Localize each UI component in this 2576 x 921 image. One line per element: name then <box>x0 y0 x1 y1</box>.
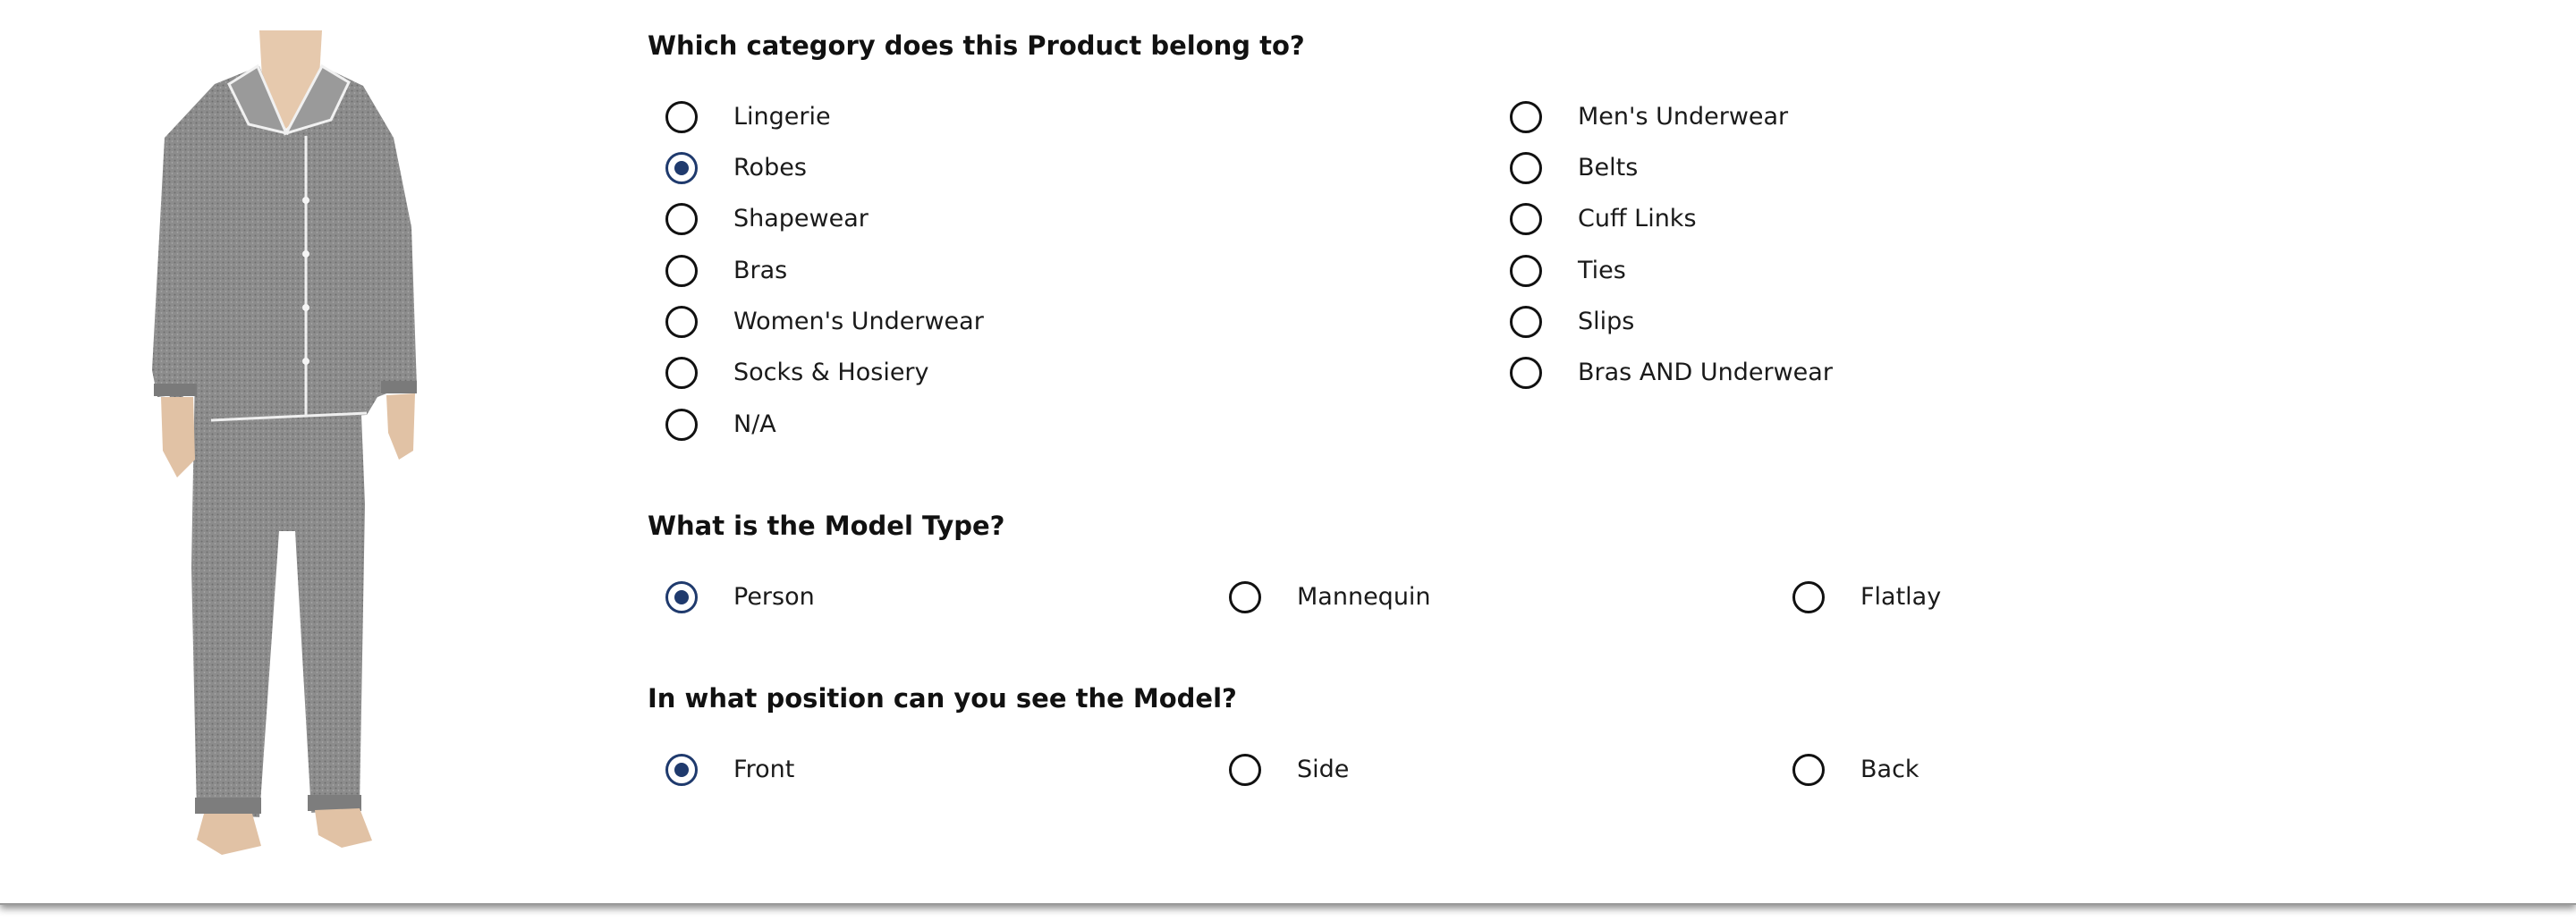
radio-button-selected[interactable] <box>665 754 698 786</box>
radio-button[interactable] <box>1510 357 1542 389</box>
radio-button[interactable] <box>1510 255 1542 287</box>
position-option-front[interactable]: Front <box>665 750 794 790</box>
category-option-cuff-links[interactable]: Cuff Links <box>1510 199 1697 239</box>
category-option-socks-hosiery[interactable]: Socks & Hosiery <box>665 353 929 393</box>
radio-button[interactable] <box>665 203 698 235</box>
model-position-question-title: In what position can you see the Model? <box>648 683 1237 714</box>
annotation-form: Which category does this Product belong … <box>0 0 2576 905</box>
radio-button[interactable] <box>1510 203 1542 235</box>
position-option-side[interactable]: Side <box>1229 750 1349 790</box>
category-option-na[interactable]: N/A <box>665 405 776 444</box>
category-option-lingerie[interactable]: Lingerie <box>665 97 831 137</box>
category-option-robes[interactable]: Robes <box>665 148 807 188</box>
model-position-question: In what position can you see the Model? … <box>648 682 2481 798</box>
radio-button-selected[interactable] <box>665 581 698 613</box>
radio-button[interactable] <box>1510 152 1542 184</box>
model-type-option-mannequin[interactable]: Mannequin <box>1229 578 1431 617</box>
radio-button[interactable] <box>665 409 698 441</box>
category-option-shapewear[interactable]: Shapewear <box>665 199 869 239</box>
radio-button[interactable] <box>1229 754 1261 786</box>
model-type-option-person[interactable]: Person <box>665 578 815 617</box>
radio-button[interactable] <box>665 255 698 287</box>
category-option-ties[interactable]: Ties <box>1510 251 1626 291</box>
radio-button[interactable] <box>665 101 698 133</box>
product-image <box>152 30 420 862</box>
radio-button[interactable] <box>665 306 698 338</box>
radio-button[interactable] <box>1229 581 1261 613</box>
category-option-womens-underwear[interactable]: Women's Underwear <box>665 302 984 342</box>
position-option-back[interactable]: Back <box>1792 750 1919 790</box>
radio-button[interactable] <box>1792 754 1825 786</box>
category-option-belts[interactable]: Belts <box>1510 148 1638 188</box>
radio-button[interactable] <box>1510 101 1542 133</box>
category-option-bras-and-underwear[interactable]: Bras AND Underwear <box>1510 353 1833 393</box>
pajama-set-illustration <box>152 30 417 855</box>
category-question: Which category does this Product belong … <box>648 30 2481 450</box>
model-type-question: What is the Model Type? Person Mannequin… <box>648 510 2481 626</box>
model-type-option-flatlay[interactable]: Flatlay <box>1792 578 1941 617</box>
radio-button[interactable] <box>665 357 698 389</box>
category-option-slips[interactable]: Slips <box>1510 302 1634 342</box>
category-option-bras[interactable]: Bras <box>665 251 787 291</box>
category-question-title: Which category does this Product belong … <box>648 30 1305 61</box>
radio-button[interactable] <box>1792 581 1825 613</box>
radio-button-selected[interactable] <box>665 152 698 184</box>
radio-button[interactable] <box>1510 306 1542 338</box>
model-type-question-title: What is the Model Type? <box>648 511 1005 541</box>
category-option-mens-underwear[interactable]: Men's Underwear <box>1510 97 1788 137</box>
